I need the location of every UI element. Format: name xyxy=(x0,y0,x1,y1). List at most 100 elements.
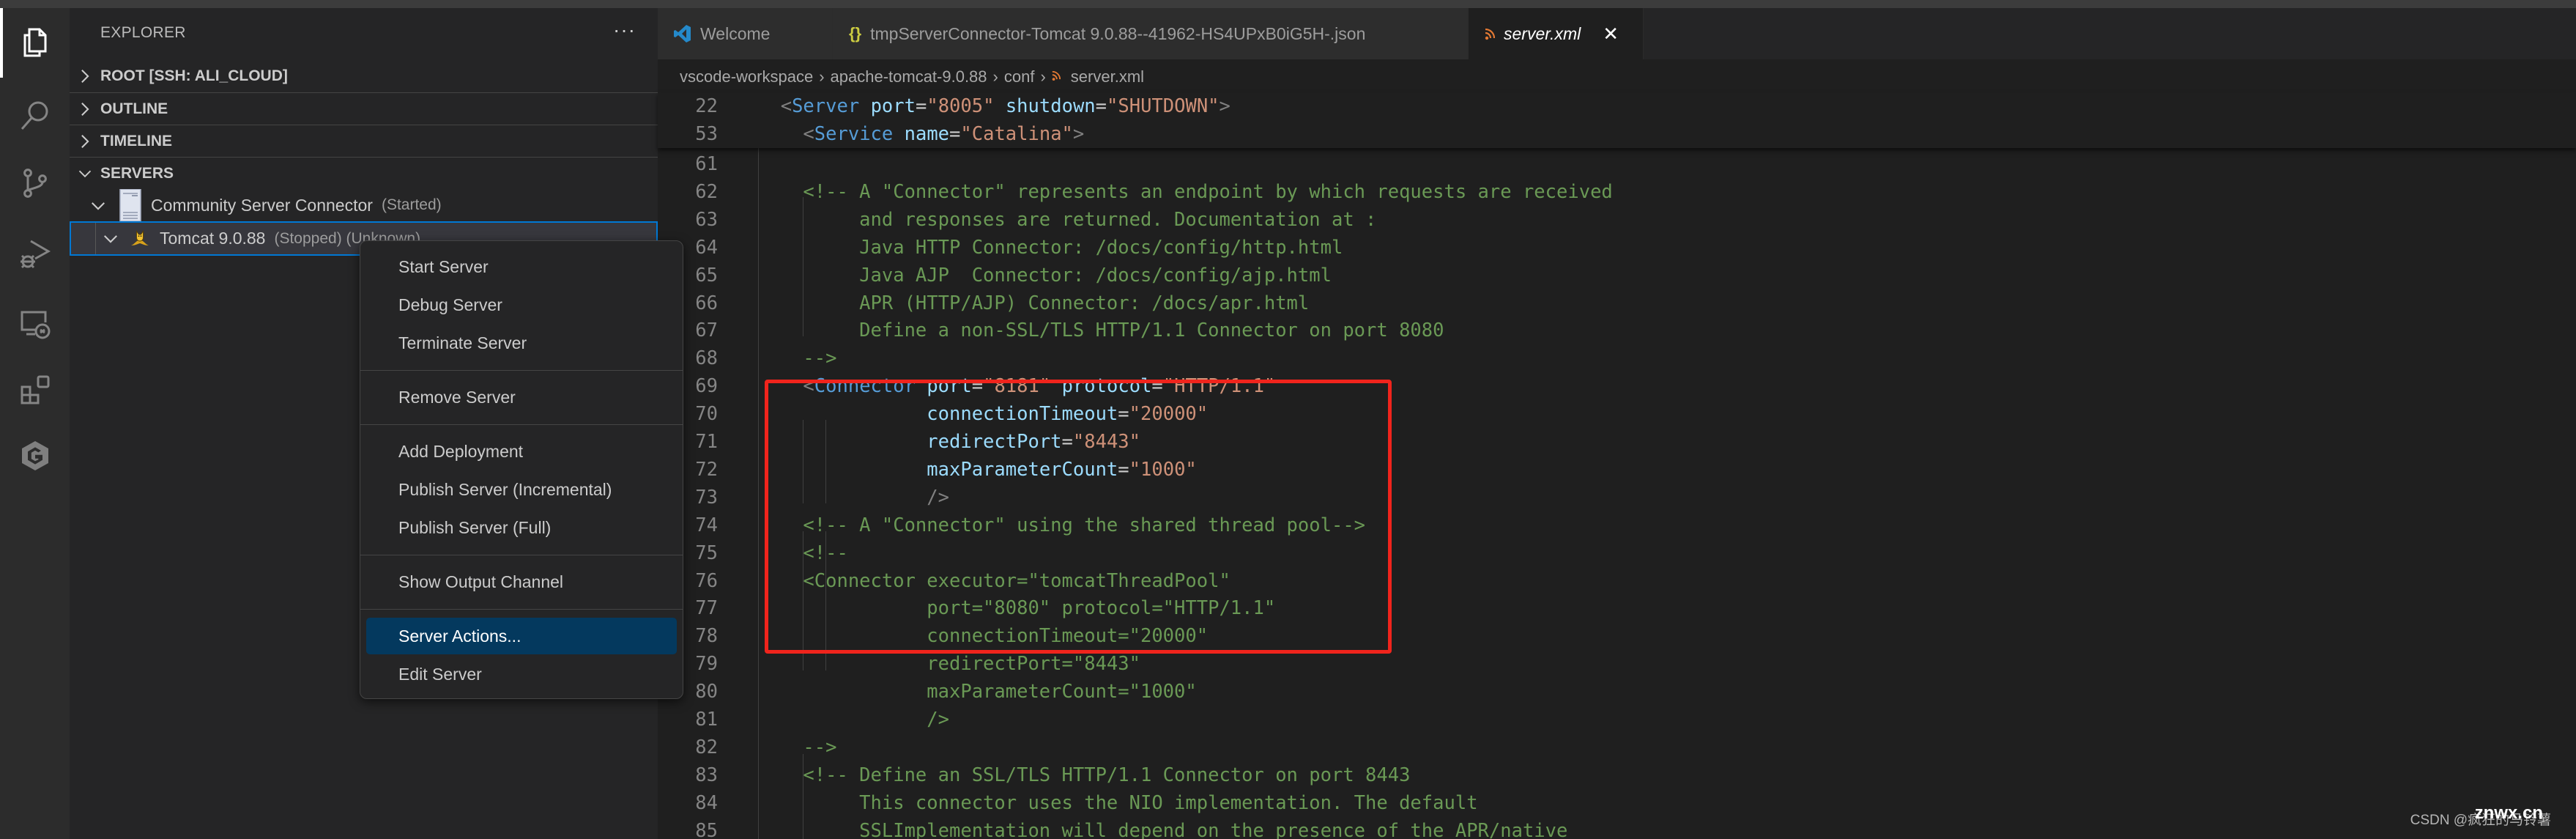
token-com: Java HTTP Connector: /docs/config/http.h… xyxy=(758,236,1343,259)
code-line[interactable]: 62 <!-- A "Connector" represents an endp… xyxy=(658,178,2576,206)
menu-item-add-deployment[interactable]: Add Deployment xyxy=(366,433,677,470)
line-number: 84 xyxy=(695,791,718,814)
code-text: /> xyxy=(758,706,949,733)
tree-item-community-server-connector[interactable]: Community Server Connector (Started) xyxy=(70,189,658,221)
code-line[interactable]: 80 maxParameterCount="1000" xyxy=(658,678,2576,706)
code-line[interactable]: 63 and responses are returned. Documenta… xyxy=(658,206,2576,234)
line-number: 63 xyxy=(695,208,718,231)
code-text: APR (HTTP/AJP) Connector: /docs/apr.html xyxy=(758,289,1309,317)
menu-item-debug-server[interactable]: Debug Server xyxy=(366,287,677,323)
token-eq: = xyxy=(915,95,927,117)
remote-explorer-icon[interactable] xyxy=(16,305,54,343)
token-eq: = xyxy=(1095,95,1107,117)
code-text: --> xyxy=(758,733,836,761)
line-number: 22 xyxy=(695,95,718,117)
server-icon xyxy=(119,189,142,221)
gitlens-icon[interactable] xyxy=(16,437,54,475)
menu-item-publish-server-incremental[interactable]: Publish Server (Incremental) xyxy=(366,471,677,508)
code-line[interactable]: 83 <!-- Define an SSL/TLS HTTP/1.1 Conne… xyxy=(658,761,2576,789)
code-text: SSLImplementation will depend on the pre… xyxy=(758,817,1567,839)
more-actions-icon[interactable]: ··· xyxy=(613,18,636,42)
code-line[interactable]: 85 SSLImplementation will depend on the … xyxy=(658,817,2576,839)
code-line[interactable]: 61 xyxy=(658,150,2576,178)
token-com: --> xyxy=(758,736,837,758)
code-text: and responses are returned. Documentatio… xyxy=(758,206,1376,234)
chevron-down-icon xyxy=(90,196,106,215)
code-text: Java HTTP Connector: /docs/config/http.h… xyxy=(758,234,1343,262)
token-pad xyxy=(758,123,803,145)
code-text: redirectPort="8443" xyxy=(758,650,1140,678)
line-number: 81 xyxy=(695,709,718,731)
tree-item-label: Community Server Connector xyxy=(151,195,373,215)
code-line[interactable]: 84 This connector uses the NIO implement… xyxy=(658,789,2576,817)
section-label: ROOT [SSH: ALI_CLOUD] xyxy=(100,67,288,84)
code-text: maxParameterCount="1000" xyxy=(758,678,1197,706)
code-line[interactable]: 68 --> xyxy=(658,344,2576,372)
tree-item-label: Tomcat 9.0.88 xyxy=(160,229,266,248)
token-bracket: > xyxy=(1072,123,1085,145)
chevron-right-icon xyxy=(70,101,100,117)
code-line[interactable]: 79 redirectPort="8443" xyxy=(658,650,2576,678)
code-line[interactable]: 66 APR (HTTP/AJP) Connector: /docs/apr.h… xyxy=(658,289,2576,317)
indent-guide xyxy=(95,223,96,254)
code-line[interactable]: 67 Define a non-SSL/TLS HTTP/1.1 Connect… xyxy=(658,317,2576,344)
menu-item-publish-server-full[interactable]: Publish Server (Full) xyxy=(366,509,677,546)
line-number: 53 xyxy=(695,123,718,145)
token-bracket: < xyxy=(780,95,793,117)
menu-separator xyxy=(360,609,683,610)
window-title-strip xyxy=(0,0,2576,8)
search-icon[interactable] xyxy=(16,97,54,135)
code-text: <!-- A "Connector" represents an endpoin… xyxy=(758,178,1613,206)
line-number: 83 xyxy=(695,764,718,786)
menu-item-terminate-server[interactable]: Terminate Server xyxy=(366,325,677,361)
token-com: SSLImplementation will depend on the pre… xyxy=(758,819,1568,839)
chevron-right-icon xyxy=(70,68,100,84)
token-str: "SHUTDOWN" xyxy=(1107,95,1220,117)
token-attr: name xyxy=(904,123,950,145)
code-line[interactable]: 53 <Service name="Catalina"> xyxy=(658,120,2576,148)
token-tag: Server xyxy=(792,95,860,117)
token-bracket: < xyxy=(803,123,814,145)
section-root[interactable]: ROOT [SSH: ALI_CLOUD] xyxy=(70,60,658,92)
watermark-overlay: znwx.cn xyxy=(2474,803,2543,823)
token-com: maxParameterCount="1000" xyxy=(758,681,1197,703)
run-debug-icon[interactable] xyxy=(16,235,54,273)
token-attr: port xyxy=(870,95,916,117)
code-line[interactable]: 82 --> xyxy=(658,733,2576,761)
menu-item-start-server[interactable]: Start Server xyxy=(366,248,677,285)
section-outline[interactable]: OUTLINE xyxy=(70,92,658,125)
menu-item-edit-server[interactable]: Edit Server xyxy=(366,656,677,692)
code-line[interactable]: 81 /> xyxy=(658,706,2576,733)
active-indicator xyxy=(0,8,3,78)
menu-item-show-output-channel[interactable]: Show Output Channel xyxy=(366,563,677,600)
token-bracket: > xyxy=(1219,95,1231,117)
menu-item-server-actions[interactable]: Server Actions... xyxy=(366,618,677,654)
menu-item-remove-server[interactable]: Remove Server xyxy=(366,379,677,415)
section-servers[interactable]: SERVERS xyxy=(70,157,658,189)
section-label: TIMELINE xyxy=(100,132,172,149)
token-com: Define a non-SSL/TLS HTTP/1.1 Connector … xyxy=(758,319,1444,342)
sticky-scroll-header[interactable]: 22 <Server port="8005" shutdown="SHUTDOW… xyxy=(658,92,2576,148)
token-com: --> xyxy=(758,347,837,370)
token-com: Java AJP Connector: /docs/config/ajp.htm… xyxy=(758,264,1332,287)
code-text: --> xyxy=(758,344,836,372)
chevron-right-icon xyxy=(70,133,100,149)
source-control-icon[interactable] xyxy=(16,164,54,202)
token-com: redirectPort="8443" xyxy=(758,653,1140,676)
section-timeline[interactable]: TIMELINE xyxy=(70,125,658,157)
watermark: CSDN @疯狂的马铃薯 znwx.cn xyxy=(2410,803,2551,829)
code-text: <Server port="8005" shutdown="SHUTDOWN"> xyxy=(758,92,1231,120)
menu-separator xyxy=(360,424,683,425)
extensions-icon[interactable] xyxy=(16,371,54,409)
token-com: and responses are returned. Documentatio… xyxy=(758,208,1377,231)
explorer-icon[interactable] xyxy=(16,23,54,62)
code-line[interactable]: 64 Java HTTP Connector: /docs/config/htt… xyxy=(658,234,2576,262)
line-number: 61 xyxy=(695,153,718,175)
code-line[interactable]: 22 <Server port="8005" shutdown="SHUTDOW… xyxy=(658,92,2576,120)
token-com: APR (HTTP/AJP) Connector: /docs/apr.html xyxy=(758,292,1310,314)
editor-group: Welcome {} tmpServerConnector-Tomcat 9.0… xyxy=(658,8,2576,839)
token-com: <!-- A "Connector" represents an endpoin… xyxy=(758,180,1613,203)
code-line[interactable]: 65 Java AJP Connector: /docs/config/ajp.… xyxy=(658,262,2576,289)
